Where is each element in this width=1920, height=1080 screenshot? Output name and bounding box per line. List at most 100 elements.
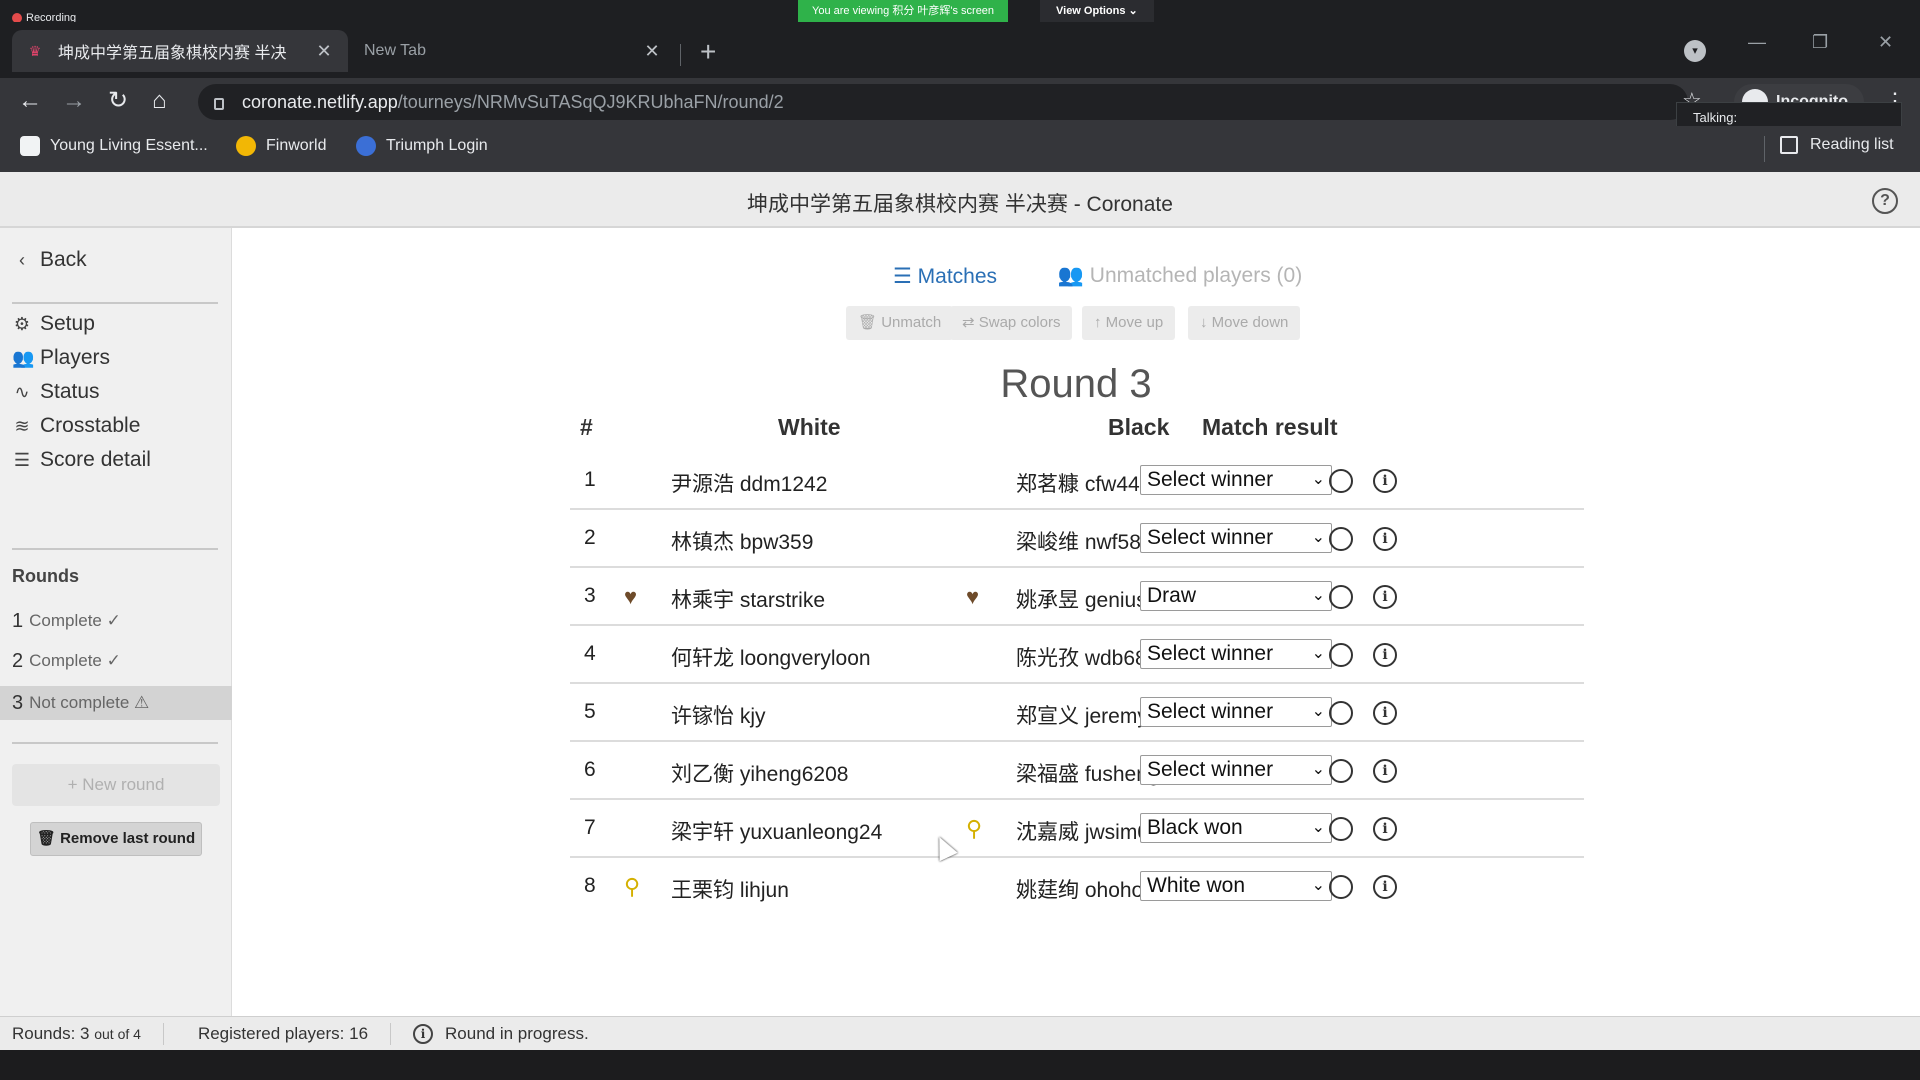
button-label: Unmatch (881, 314, 942, 331)
help-icon[interactable]: ? (1872, 188, 1898, 214)
close-window-icon[interactable]: ✕ (1878, 32, 1893, 53)
chevron-down-icon: ⌄ (1311, 587, 1325, 604)
remove-last-round-button[interactable]: 🗑 Remove last round (30, 822, 202, 856)
unmatch-button[interactable]: 🗑 Unmatch (846, 306, 954, 340)
sidebar-item-crosstable[interactable]: ≋ Crosstable (12, 414, 140, 438)
info-icon[interactable]: i (1373, 643, 1397, 667)
match-result-select[interactable]: Select winner ⌄ (1140, 465, 1332, 495)
table-row[interactable]: 6 刘乙衡 yiheng6208 梁福盛 fusheng Select winn… (570, 742, 1584, 800)
coronate-app: 坤成中学第五届象棋校内赛 半决赛 - Coronate ? ‹ Back ⚙ S… (0, 172, 1920, 1050)
match-result-select[interactable]: Draw ⌄ (1140, 581, 1332, 611)
table-row[interactable]: 7 梁宇轩 yuxuanleong24 ⚲ 沈嘉威 jwsim0412 Blac… (570, 800, 1584, 858)
chevron-down-icon: ⌄ (1311, 529, 1325, 546)
select-match-radio[interactable] (1329, 875, 1353, 899)
match-result-select[interactable]: White won ⌄ (1140, 871, 1332, 901)
round-number: 1 (12, 609, 24, 632)
info-icon[interactable]: i (1373, 527, 1397, 551)
app-header: 坤成中学第五届象棋校内赛 半决赛 - Coronate ? (0, 172, 1920, 228)
activity-icon: ∿ (14, 381, 30, 402)
main-content: ☰ Matches 👥 Unmatched players (0) 🗑 Unma… (232, 228, 1920, 1018)
url-path: /tourneys/NRMvSuTASqQJ9KRUbhaFN/round/2 (397, 91, 784, 112)
match-result-select[interactable]: Select winner ⌄ (1140, 639, 1332, 669)
sidebar-item-status[interactable]: ∿ Status (12, 380, 99, 404)
view-options-button[interactable]: View Options ⌄ (1040, 0, 1154, 22)
sidebar-item-label: Back (40, 248, 87, 271)
select-match-radio[interactable] (1329, 759, 1353, 783)
button-label: Remove last round (60, 830, 196, 847)
column-header-white: White (778, 414, 841, 440)
minimize-icon[interactable]: — (1748, 32, 1766, 53)
selected-value: Select winner (1147, 468, 1274, 491)
list-icon: ☰ (13, 449, 31, 470)
home-icon[interactable]: ⌂ (152, 88, 167, 114)
select-match-radio[interactable] (1329, 585, 1353, 609)
select-match-radio[interactable] (1329, 817, 1353, 841)
draw-heart-icon: ♥ (624, 584, 638, 609)
match-number: 6 (584, 758, 596, 781)
bookmark-finworld[interactable]: Finworld (236, 136, 326, 156)
close-tab-icon[interactable]: ✕ (314, 41, 334, 62)
sidebar-item-label: Score detail (40, 448, 151, 471)
young-living-favicon-icon (20, 136, 40, 156)
sidebar-round-2[interactable]: 2 Complete ✓ (0, 644, 232, 678)
info-icon[interactable]: i (1373, 469, 1397, 493)
tab-matches[interactable]: ☰ Matches (852, 252, 1038, 310)
restore-icon[interactable]: ❐ (1812, 32, 1828, 53)
select-match-radio[interactable] (1329, 469, 1353, 493)
tab-search-icon[interactable]: ▾ (1684, 40, 1706, 62)
move-down-button[interactable]: ↓ Move down (1188, 306, 1301, 340)
selected-value: Select winner (1147, 700, 1274, 723)
select-match-radio[interactable] (1329, 527, 1353, 551)
info-icon[interactable]: i (1373, 875, 1397, 899)
column-header-black: Black (1108, 414, 1170, 440)
info-icon[interactable]: i (1373, 585, 1397, 609)
select-match-radio[interactable] (1329, 701, 1353, 725)
reading-list-button[interactable]: Reading list (1780, 136, 1894, 154)
match-result-select[interactable]: Select winner ⌄ (1140, 523, 1332, 553)
sidebar-item-label: Setup (40, 312, 95, 335)
reload-icon[interactable]: ↻ (108, 88, 128, 114)
new-round-button[interactable]: + New round (12, 764, 220, 806)
table-row[interactable]: 8 ⚲ 王栗钧 lihjun 姚莛绚 ohoho White won ⌄ i (570, 858, 1584, 916)
info-icon[interactable]: i (1373, 701, 1397, 725)
rounds-count: Rounds: 3 out of 4 (0, 1024, 163, 1044)
reading-list-icon (1780, 136, 1798, 154)
browser-tab-active[interactable]: ♛ 坤成中学第五届象棋校内赛 半决 ✕ (12, 30, 348, 72)
table-row[interactable]: 2 林镇杰 bpw359 梁峻维 nwf5889 Select winner ⌄ … (570, 510, 1584, 568)
table-row[interactable]: 1 尹源浩 ddm1242 郑茗糠 cfw4432 Select winner ⌄… (570, 452, 1584, 510)
winner-medal-icon: ⚲ (624, 874, 641, 899)
url-host: coronate.netlify.app (242, 91, 398, 112)
table-row[interactable]: 3 ♥ 林乘宇 starstrike ♥ 姚承昱 geniusmind Draw… (570, 568, 1584, 626)
sidebar-round-1[interactable]: 1 Complete ✓ (0, 604, 232, 638)
table-row[interactable]: 4 何轩龙 loongveryloon 陈光孜 wdb6816 Select w… (570, 626, 1584, 684)
bookmark-young-living[interactable]: Young Living Essent... (20, 136, 208, 156)
move-up-button[interactable]: ↑ Move up (1082, 306, 1176, 340)
close-tab-icon[interactable]: ✕ (642, 41, 662, 62)
back-arrow-icon[interactable]: ← (18, 88, 42, 114)
match-result-select[interactable]: Black won ⌄ (1140, 813, 1332, 843)
swap-colors-button[interactable]: ⇄ Swap colors (950, 306, 1073, 340)
sidebar-round-3[interactable]: 3 Not complete ⚠ (0, 686, 232, 720)
round-state: Round in progress. (445, 1023, 589, 1043)
browser-tab-new[interactable]: New Tab ✕ (348, 30, 678, 72)
selected-value: Select winner (1147, 758, 1274, 781)
sidebar-item-score-detail[interactable]: ☰ Score detail (12, 448, 151, 472)
sidebar-back-link[interactable]: ‹ Back (12, 248, 87, 272)
sidebar-item-setup[interactable]: ⚙ Setup (12, 312, 95, 336)
new-tab-button[interactable]: + (700, 36, 716, 68)
select-match-radio[interactable] (1329, 643, 1353, 667)
winner-medal-icon: ⚲ (966, 816, 983, 841)
sidebar-item-players[interactable]: 👥 Players (12, 346, 110, 370)
match-number: 1 (584, 468, 596, 491)
table-row[interactable]: 5 许镓怡 kjy 郑宣义 jeremyi1234 Select winner ⌄… (570, 684, 1584, 742)
white-player: 许镓怡 kjy (671, 705, 766, 728)
status-divider (162, 1022, 164, 1045)
tab-unmatched-players[interactable]: 👥 Unmatched players (0) (1050, 252, 1310, 310)
bookmark-triumph-login[interactable]: Triumph Login (356, 136, 488, 156)
address-bar[interactable]: coronate.netlify.app /tourneys/NRMvSuTAS… (198, 84, 1688, 120)
forward-arrow-icon[interactable]: → (62, 88, 86, 114)
info-icon[interactable]: i (1373, 759, 1397, 783)
match-result-select[interactable]: Select winner ⌄ (1140, 697, 1332, 727)
info-icon[interactable]: i (1373, 817, 1397, 841)
match-result-select[interactable]: Select winner ⌄ (1140, 755, 1332, 785)
